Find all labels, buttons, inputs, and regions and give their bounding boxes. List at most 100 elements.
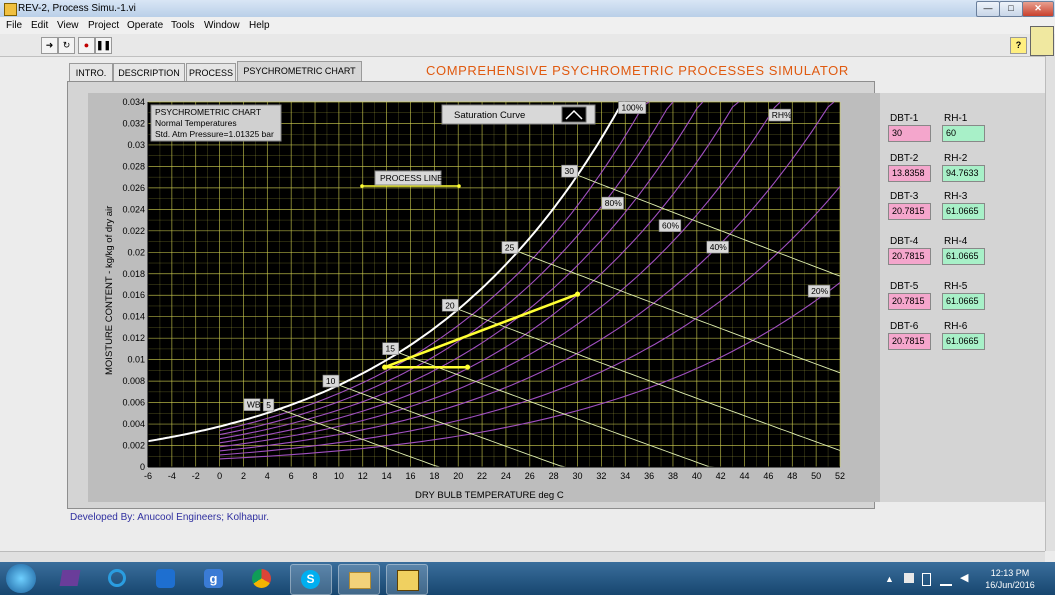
dbt-3-field[interactable]: 20.7815 <box>888 203 931 220</box>
tab-psychrometric-chart[interactable]: PSYCHROMETRIC CHART <box>237 61 362 83</box>
x-tick-label: 2 <box>241 471 246 481</box>
labview-icon[interactable] <box>386 564 428 595</box>
x-tick-label: 52 <box>835 471 845 481</box>
dbt-5-field[interactable]: 20.7815 <box>888 293 931 310</box>
network-icon[interactable] <box>940 573 952 586</box>
chrome-icon[interactable] <box>242 564 282 593</box>
rh-label: 80% <box>605 198 622 208</box>
vi-icon <box>1030 26 1054 56</box>
wb-label: 10 <box>326 376 336 386</box>
pause-icon[interactable]: ❚❚ <box>95 37 112 54</box>
tab-process[interactable]: PROCESS <box>186 63 236 82</box>
x-tick-label: 28 <box>549 471 559 481</box>
saturation-legend-swatch[interactable] <box>561 106 587 123</box>
dbt-6-field[interactable]: 20.7815 <box>888 333 931 350</box>
file-explorer-icon[interactable] <box>338 564 380 595</box>
menu-file[interactable]: File <box>6 20 22 31</box>
volume-icon[interactable]: ◀ <box>960 571 968 584</box>
run-arrow-icon[interactable]: ➜ <box>41 37 58 54</box>
x-tick-label: 48 <box>787 471 797 481</box>
show-hidden-icons-icon[interactable]: ▲ <box>885 574 894 584</box>
rh-2-field[interactable]: 94.7633 <box>942 165 985 182</box>
abort-stop-icon[interactable]: ● <box>78 37 95 54</box>
rh-6-field[interactable]: 61.0665 <box>942 333 985 350</box>
y-tick-label: 0.012 <box>122 333 145 343</box>
visual-studio-icon[interactable] <box>50 564 90 593</box>
clock-time[interactable]: 12:13 PM <box>980 568 1040 578</box>
dbt-2-field[interactable]: 13.8358 <box>888 165 931 182</box>
rh-1-field[interactable]: 60 <box>942 125 985 142</box>
menu-window[interactable]: Window <box>204 20 240 31</box>
y-tick-label: 0.024 <box>122 204 145 214</box>
x-tick-label: 26 <box>525 471 535 481</box>
minimize-button[interactable]: — <box>976 1 1000 17</box>
skype-icon[interactable]: S <box>290 564 332 595</box>
menu-help[interactable]: Help <box>249 20 270 31</box>
y-tick-label: 0.002 <box>122 441 145 451</box>
y-tick-label: 0.026 <box>122 183 145 193</box>
x-tick-label: 30 <box>573 471 583 481</box>
clock-date[interactable]: 16/Jun/2016 <box>980 580 1040 590</box>
labview-vi-icon <box>4 3 17 16</box>
rh-6-label: RH-6 <box>944 321 968 332</box>
close-button[interactable]: ✕ <box>1022 1 1054 17</box>
menu-operate[interactable]: Operate <box>127 20 163 31</box>
chart-info-line-1: PSYCHROMETRIC CHART <box>155 107 261 117</box>
context-help-icon[interactable]: ? <box>1010 37 1027 54</box>
y-tick-label: 0.008 <box>122 376 145 386</box>
google-search-icon[interactable]: g <box>194 564 234 593</box>
y-tick-label: 0.032 <box>122 118 145 128</box>
page-heading: COMPREHENSIVE PSYCHROMETRIC PROCESSES SI… <box>426 63 849 78</box>
wb-label: 5 <box>266 400 271 410</box>
x-tick-label: 36 <box>644 471 654 481</box>
y-tick-label: 0.018 <box>122 269 145 279</box>
x-tick-label: 0 <box>217 471 222 481</box>
rh-label: 100% <box>621 103 643 113</box>
dbt-1-field[interactable]: 30 <box>888 125 931 142</box>
dbt-3-label: DBT-3 <box>890 191 919 202</box>
vertical-scrollbar[interactable] <box>1045 56 1055 551</box>
start-orb-icon[interactable] <box>6 564 36 593</box>
x-tick-label: 10 <box>334 471 344 481</box>
x-tick-label: 38 <box>668 471 678 481</box>
rh-3-field[interactable]: 61.0665 <box>942 203 985 220</box>
wb-axis-label: WB <box>247 400 261 410</box>
dbt-1-label: DBT-1 <box>890 113 919 124</box>
tab-intro[interactable]: INTRO. <box>69 63 113 82</box>
x-tick-label: -2 <box>192 471 200 481</box>
rh-4-field[interactable]: 61.0665 <box>942 248 985 265</box>
menu-project[interactable]: Project <box>88 20 119 31</box>
y-tick-label: 0.016 <box>122 290 145 300</box>
menu-edit[interactable]: Edit <box>31 20 48 31</box>
internet-explorer-icon[interactable] <box>98 564 138 593</box>
rh-5-field[interactable]: 61.0665 <box>942 293 985 310</box>
x-tick-label: 12 <box>358 471 368 481</box>
x-tick-label: 14 <box>382 471 392 481</box>
x-tick-label: 4 <box>265 471 270 481</box>
x-tick-label: 16 <box>405 471 415 481</box>
x-tick-label: -4 <box>168 471 176 481</box>
rh-2-label: RH-2 <box>944 153 968 164</box>
rh-1-label: RH-1 <box>944 113 968 124</box>
chart-info-line-2: Normal Temperatures <box>155 118 237 128</box>
x-tick-label: 20 <box>453 471 463 481</box>
y-tick-label: 0.034 <box>122 97 145 107</box>
x-tick-label: 44 <box>740 471 750 481</box>
x-axis-title: DRY BULB TEMPERATURE deg C <box>415 490 564 501</box>
dbt-4-field[interactable]: 20.7815 <box>888 248 931 265</box>
action-center-flag-icon[interactable] <box>904 573 914 583</box>
battery-icon[interactable] <box>922 573 931 586</box>
rh-3-label: RH-3 <box>944 191 968 202</box>
maximize-button[interactable]: □ <box>999 1 1023 17</box>
run-continuously-icon[interactable]: ↻ <box>58 37 75 54</box>
x-tick-label: 34 <box>620 471 630 481</box>
rh-5-label: RH-5 <box>944 281 968 292</box>
process-point-2 <box>382 364 388 370</box>
horizontal-scrollbar[interactable] <box>0 551 1045 562</box>
tab-description[interactable]: DESCRIPTION <box>113 63 185 82</box>
teamviewer-icon[interactable] <box>146 564 186 593</box>
x-tick-label: 46 <box>763 471 773 481</box>
menu-tools[interactable]: Tools <box>171 20 194 31</box>
y-tick-label: 0.022 <box>122 226 145 236</box>
menu-view[interactable]: View <box>57 20 79 31</box>
